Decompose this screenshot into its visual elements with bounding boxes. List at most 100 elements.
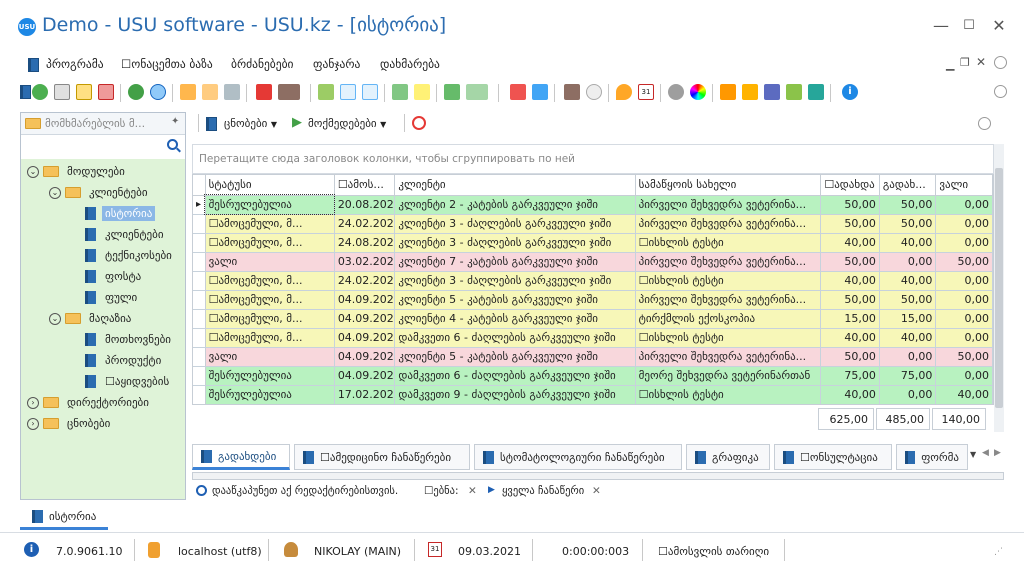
cell-name[interactable]: მეორე შეხვედრა ვეტერინართან xyxy=(635,366,822,386)
group-by-area[interactable]: Перетащите сюда заголовок колонки, чтобы… xyxy=(192,144,994,174)
cell-status[interactable]: შესრულებულია xyxy=(204,194,336,215)
tree-item[interactable]: ⌄ მაღაზია xyxy=(49,308,134,329)
cell-client[interactable]: დამკვეთი 6 - ძაღლების გარკვეული ჯიში xyxy=(394,328,636,348)
user-key-icon[interactable] xyxy=(764,84,780,100)
row-indicator[interactable] xyxy=(193,347,206,367)
cell-date[interactable]: 24.08.2020 xyxy=(334,233,396,253)
cell-client[interactable]: კლიენტი 2 - კატების გარკვეული ჯიში xyxy=(394,195,636,215)
menu-help[interactable]: დახმარება xyxy=(380,57,440,71)
toolbar-collapse-icon[interactable] xyxy=(994,85,1007,98)
menu-commands[interactable]: ბრძანებები xyxy=(231,57,294,71)
cell-total[interactable]: 50,00 xyxy=(820,195,880,215)
cell-total[interactable]: 50,00 xyxy=(820,252,880,272)
filter-search-text[interactable]: დააწკაპუნეთ აქ რედაქტირებისთვის. xyxy=(212,485,398,497)
tabs-next-icon[interactable]: ▶ xyxy=(994,448,1001,458)
tree-item[interactable]: ტექნიკოსები xyxy=(71,245,175,266)
cell-date[interactable]: 04.09.2020 xyxy=(334,366,396,386)
cell-debt[interactable]: 0,00 xyxy=(935,214,993,234)
window-icon[interactable] xyxy=(532,84,548,100)
cell-debt[interactable]: 0,00 xyxy=(935,366,993,386)
vertical-scrollbar[interactable] xyxy=(994,144,1004,432)
column-header-date[interactable]: ☐ამოს... xyxy=(334,175,396,196)
cell-status[interactable]: შესრულებულია xyxy=(205,385,335,405)
cell-date[interactable]: 03.02.2021 xyxy=(334,252,396,272)
row-indicator[interactable] xyxy=(193,214,206,234)
calendar-icon[interactable]: 31 xyxy=(638,84,654,100)
cell-client[interactable]: კლიენტი 5 - კატების გარკვეული ჯიში xyxy=(394,347,636,367)
cell-client[interactable]: კლიენტი 3 - ძაღლების გარკვეული ჯიში xyxy=(394,233,636,253)
location-icon[interactable] xyxy=(616,84,632,100)
cell-name[interactable]: ☐ისხლის ტესტი xyxy=(635,328,822,348)
delete-icon[interactable] xyxy=(98,84,114,100)
tree-item[interactable]: მოთხოვნები xyxy=(71,329,174,350)
cell-paid[interactable]: 0,00 xyxy=(879,385,937,405)
flag-icon[interactable] xyxy=(256,84,272,100)
close-icon[interactable]: ✕ xyxy=(592,485,601,497)
reports-dropdown[interactable]: ცნობები ▼ xyxy=(224,117,277,130)
minimize-button[interactable]: — xyxy=(928,14,954,38)
search-icon[interactable] xyxy=(150,84,166,100)
grid-collapse-icon[interactable] xyxy=(978,117,991,130)
filter-settings-icon[interactable] xyxy=(224,84,240,100)
cell-status[interactable]: ☐ამოცემული, მ... xyxy=(205,309,335,329)
expand-icon[interactable] xyxy=(340,84,356,100)
expander-icon[interactable]: ⌄ xyxy=(27,165,39,178)
cell-total[interactable]: 50,00 xyxy=(820,214,880,234)
cell-paid[interactable]: 0,00 xyxy=(879,252,937,272)
cell-name[interactable]: ☐ისხლის ტესტი xyxy=(635,385,822,405)
cell-debt[interactable]: 50,00 xyxy=(935,252,993,272)
cell-date[interactable]: 24.02.2021 xyxy=(334,214,396,234)
tree-item[interactable]: ⌄ მოდულები xyxy=(27,161,128,182)
column-header-name[interactable]: სამაწყოის სახელი xyxy=(635,175,822,196)
cell-date[interactable]: 04.09.2020 xyxy=(334,328,396,348)
info-icon[interactable]: i xyxy=(842,84,858,100)
exit-icon[interactable] xyxy=(564,84,580,100)
resize-grip-icon[interactable]: ⋰ xyxy=(994,547,1003,557)
tree-item[interactable]: ფული xyxy=(71,287,140,308)
column-header-debt[interactable]: ვალი xyxy=(935,175,993,196)
cell-client[interactable]: დამკვეთი 6 - ძაღლების გარკვეული ჯიში xyxy=(394,366,636,386)
column-header-total[interactable]: ☐ადახდა xyxy=(820,175,880,196)
tab-form[interactable]: ფორმა xyxy=(896,444,968,470)
cell-paid[interactable]: 50,00 xyxy=(879,290,937,310)
note-icon[interactable] xyxy=(414,84,430,100)
pin-icon[interactable]: ✦ xyxy=(171,116,179,127)
cell-debt[interactable]: 40,00 xyxy=(935,385,993,405)
cell-debt[interactable]: 0,00 xyxy=(935,290,993,310)
cell-status[interactable]: ☐ამოცემული, მ... xyxy=(205,271,335,291)
cell-status[interactable]: ვალი xyxy=(205,347,335,367)
cell-client[interactable]: კლიენტი 4 - კატების გარკვეული ჯიში xyxy=(394,309,636,329)
gear-icon[interactable] xyxy=(668,84,684,100)
tree-item[interactable]: › ცნობები xyxy=(27,413,113,434)
cell-client[interactable]: კლიენტი 5 - კატების გარკვეული ჯიში xyxy=(394,290,636,310)
cell-paid[interactable]: 0,00 xyxy=(879,347,937,367)
tabs-prev-icon[interactable]: ◀ xyxy=(982,448,989,458)
table-row[interactable]: შესრულებულია 04.09.2020 დამკვეთი 6 - ძაღლე… xyxy=(193,366,993,386)
table-row[interactable]: ☐ამოცემული, მ... 24.02.2021 კლიენტი 3 - ძა… xyxy=(193,214,993,234)
clock-icon[interactable] xyxy=(586,84,602,100)
table-row[interactable]: ვალი 04.09.2020 კლიენტი 5 - კატების გარკვე… xyxy=(193,347,993,367)
cell-debt[interactable]: 50,00 xyxy=(935,347,993,367)
cell-name[interactable]: პირველი შეხვედრა ვეტერინა... xyxy=(635,252,822,272)
cell-name[interactable]: პირველი შეხვედრა ვეტერინა... xyxy=(635,290,822,310)
cell-date[interactable]: 17.02.2021 xyxy=(334,385,396,405)
excel-icon[interactable] xyxy=(444,84,460,100)
table-row[interactable]: ☐ამოცემული, მ... 04.09.2020 კლიენტი 4 - კა… xyxy=(193,309,993,329)
copy-icon[interactable] xyxy=(54,84,70,100)
row-indicator[interactable] xyxy=(193,328,206,348)
column-header-client[interactable]: კლიენტი xyxy=(394,175,636,196)
tab-dental-records[interactable]: სტომატოლოგიური ჩანაწერები xyxy=(474,444,682,470)
row-indicator[interactable] xyxy=(193,290,206,310)
cell-status[interactable]: ☐ამოცემული, მ... xyxy=(205,214,335,234)
table-row[interactable]: შესრულებულია 17.02.2021 დამკვეთი 9 - ძაღლე… xyxy=(193,385,993,405)
cell-client[interactable]: კლიენტი 3 - ძაღლების გარკვეული ჯიში xyxy=(394,214,636,234)
cell-client[interactable]: კლიენტი 7 - კატების გარკვეული ჯიში xyxy=(394,252,636,272)
cell-client[interactable]: დამკვეთი 9 - ძაღლების გარკვეული ჯიში xyxy=(394,385,636,405)
mdi-minimize-icon[interactable]: ▁ xyxy=(946,58,954,71)
row-indicator[interactable] xyxy=(193,233,206,253)
collapse-ribbon-icon[interactable] xyxy=(994,56,1007,69)
table-row[interactable]: ☐ამოცემული, მ... 04.09.2020 დამკვეთი 6 - ძ… xyxy=(193,328,993,348)
tree-item[interactable]: ☐აყიდვების xyxy=(71,371,172,392)
row-indicator[interactable] xyxy=(193,271,206,291)
tree-item[interactable]: › დირექტორიები xyxy=(27,392,152,413)
